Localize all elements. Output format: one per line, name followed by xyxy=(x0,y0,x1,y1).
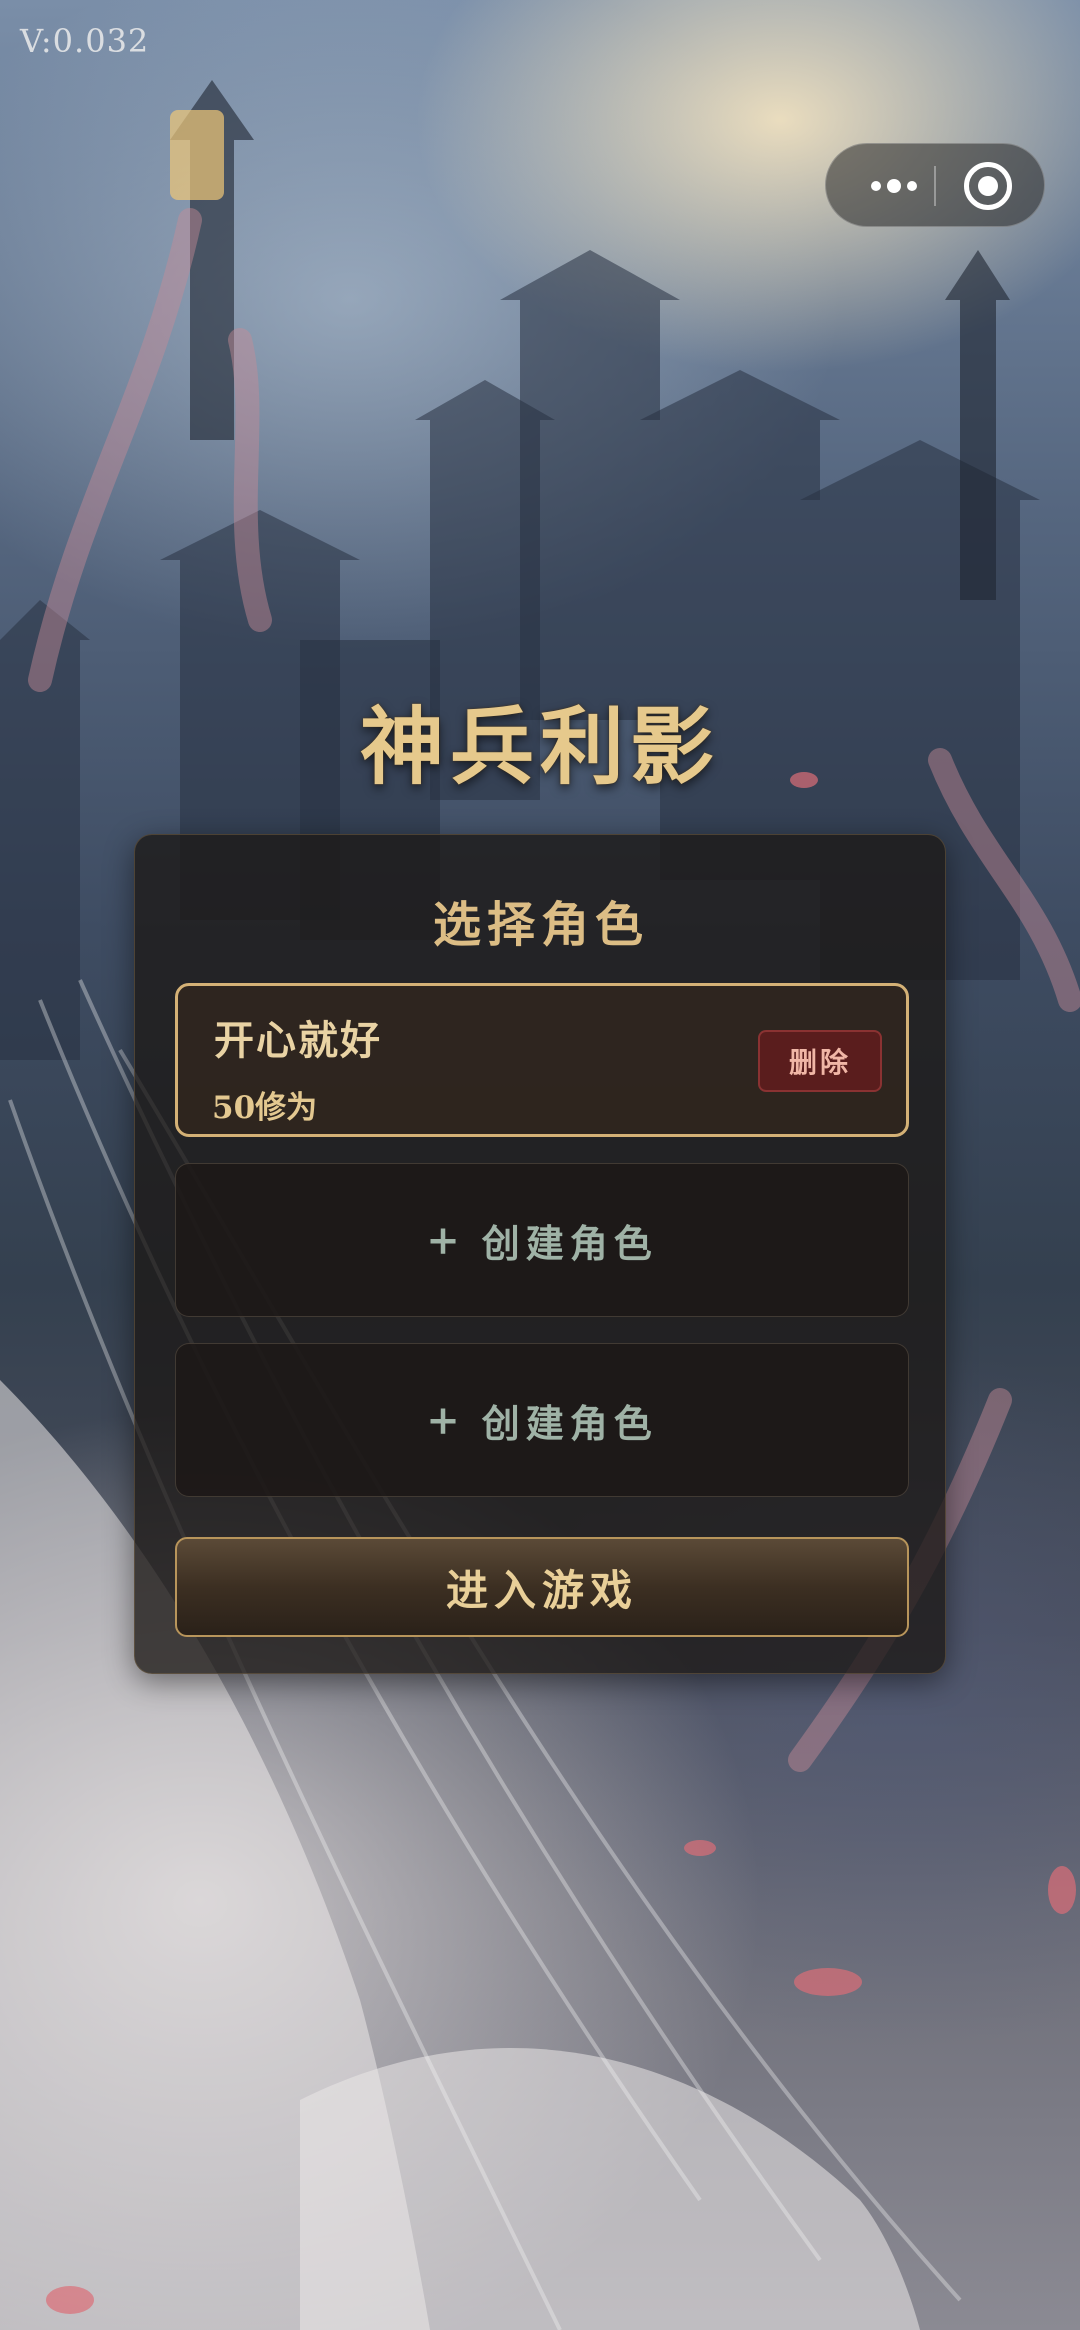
enter-game-button[interactable]: 进入游戏 xyxy=(175,1537,909,1637)
more-dots-icon[interactable] xyxy=(854,144,934,228)
game-screen: V:0.032 神兵利影 选择角色 开心就好 50修为 删除 + 创建角色 + … xyxy=(0,0,1080,2330)
create-character-label: 创建角色 xyxy=(481,1220,658,1266)
character-slot-1[interactable]: 开心就好 50修为 删除 xyxy=(175,983,909,1137)
character-name: 开心就好 xyxy=(214,1017,382,1064)
target-circle-icon[interactable] xyxy=(964,162,1012,210)
capsule-divider xyxy=(934,166,936,206)
panel-title: 选择角色 xyxy=(432,897,649,953)
create-character-slot-3[interactable]: + 创建角色 xyxy=(175,1343,909,1497)
plus-icon: + xyxy=(426,1396,460,1444)
game-title: 神兵利影 xyxy=(359,697,720,796)
character-select-panel: 选择角色 开心就好 50修为 删除 + 创建角色 + 创建角色 进入游戏 xyxy=(134,834,946,1674)
create-character-slot-2[interactable]: + 创建角色 xyxy=(175,1163,909,1317)
character-level: 50修为 xyxy=(212,1090,318,1126)
delete-character-button[interactable]: 删除 xyxy=(758,1030,882,1092)
version-label: V:0.032 xyxy=(20,22,150,60)
mini-program-capsule xyxy=(825,143,1045,227)
create-character-label: 创建角色 xyxy=(481,1400,658,1446)
plus-icon: + xyxy=(426,1216,460,1264)
